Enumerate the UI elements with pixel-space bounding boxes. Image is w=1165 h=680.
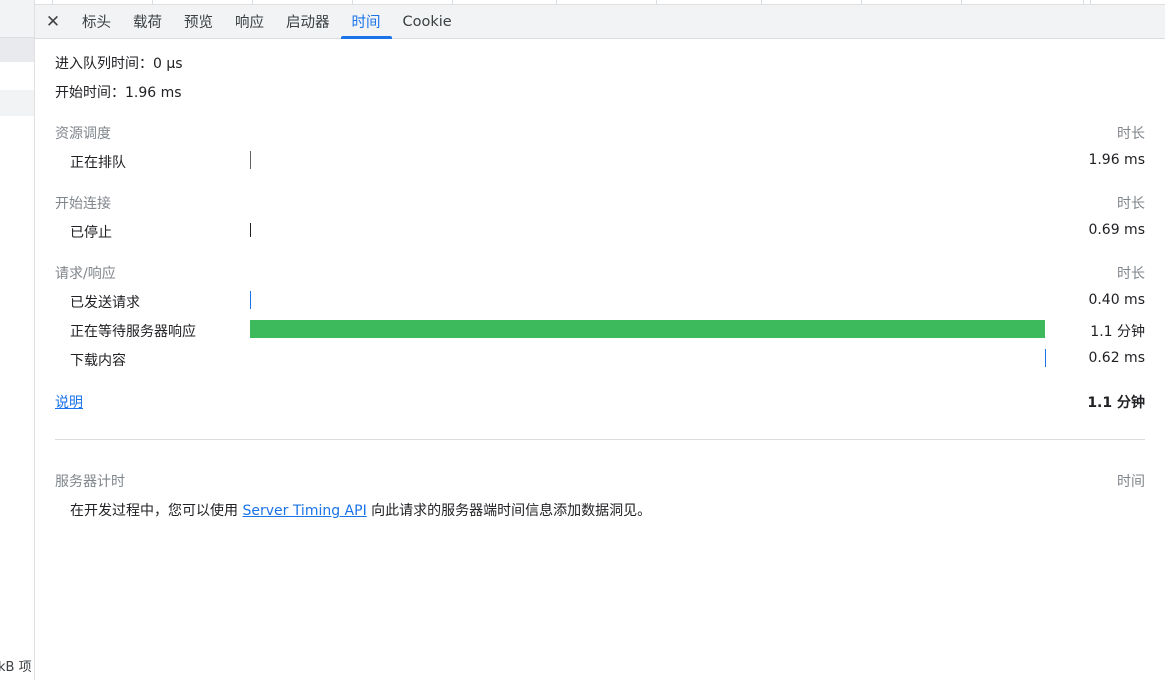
timing-bar (1045, 349, 1046, 367)
tab-cookies[interactable]: Cookie (392, 5, 463, 38)
timing-label: 已停止 (70, 225, 112, 241)
timing-label: 正在等待服务器响应 (70, 324, 196, 340)
section-title: 资源调度 (55, 126, 111, 142)
request-row-selected[interactable] (0, 38, 34, 62)
explanation-link[interactable]: 说明 (55, 392, 83, 412)
timing-duration: 0.62 ms (1088, 350, 1145, 366)
duration-header: 时长 (1117, 196, 1145, 212)
timing-bar (250, 151, 251, 169)
request-list-panel: kB 项 (0, 0, 35, 680)
timing-duration: 0.40 ms (1088, 292, 1145, 308)
server-timing-title: 服务器计时 (55, 474, 125, 490)
queued-at-text: 进入队列时间：0 μs (55, 56, 183, 72)
server-timing-api-link[interactable]: Server Timing API (242, 503, 366, 519)
timing-label: 已发送请求 (70, 295, 140, 311)
timing-label: 正在排队 (70, 155, 126, 171)
status-summary: kB 项 (0, 660, 32, 675)
tab-timing[interactable]: 时间 (340, 5, 392, 39)
tab-headers[interactable]: 标头 (71, 5, 122, 38)
duration-header: 时长 (1117, 266, 1145, 282)
tab-preview[interactable]: 预览 (173, 5, 224, 38)
timing-duration: 1.1 分钟 (1090, 324, 1145, 340)
section-title: 开始连接 (55, 196, 111, 212)
section-header-resource-scheduling: 资源调度 时长 (55, 123, 1145, 143)
timing-row-queueing: 正在排队 1.96 ms (70, 150, 1145, 172)
server-timing-text-before: 在开发过程中，您可以使用 (70, 503, 243, 519)
timing-bar-waiting (250, 320, 1045, 338)
duration-header: 时长 (1117, 126, 1145, 142)
section-title: 请求/响应 (55, 266, 116, 282)
devtools-root: kB 项 ✕ 标头 载荷 预览 响应 启动器 时间 Cookie 进入队列时间：… (0, 0, 1165, 680)
timing-row-stalled: 已停止 0.69 ms (70, 220, 1145, 242)
request-list-header (0, 0, 34, 38)
timing-duration: 1.96 ms (1088, 152, 1145, 168)
tab-initiator[interactable]: 启动器 (275, 5, 341, 38)
section-header-request-response: 请求/响应 时长 (55, 263, 1145, 283)
tab-response[interactable]: 响应 (224, 5, 275, 38)
server-timing-description: 在开发过程中，您可以使用 Server Timing API 向此请求的服务器端… (70, 500, 651, 520)
total-duration: 1.1 分钟 (1087, 395, 1145, 411)
section-divider (55, 439, 1145, 440)
timing-bar (250, 223, 251, 237)
timing-row-waiting-server: 正在等待服务器响应 1.1 分钟 (70, 319, 1145, 341)
close-icon[interactable]: ✕ (35, 5, 71, 38)
timing-duration: 0.69 ms (1088, 222, 1145, 238)
timing-row-content-download: 下载内容 0.62 ms (70, 348, 1145, 370)
detail-tab-bar: ✕ 标头 载荷 预览 响应 启动器 时间 Cookie (35, 4, 1165, 39)
timing-bar (250, 291, 251, 309)
server-timing-time-header: 时间 (1117, 474, 1145, 490)
server-timing-text-after: 向此请求的服务器端时间信息添加数据洞见。 (366, 503, 652, 519)
started-at-text: 开始时间：1.96 ms (55, 85, 182, 101)
request-row[interactable] (0, 64, 34, 88)
section-header-connection-start: 开始连接 时长 (55, 193, 1145, 213)
timing-row-request-sent: 已发送请求 0.40 ms (70, 290, 1145, 312)
server-timing-header: 服务器计时 时间 (55, 471, 1145, 491)
timing-label: 下载内容 (70, 353, 126, 369)
request-row[interactable] (0, 90, 34, 116)
tab-payload[interactable]: 载荷 (122, 5, 173, 38)
